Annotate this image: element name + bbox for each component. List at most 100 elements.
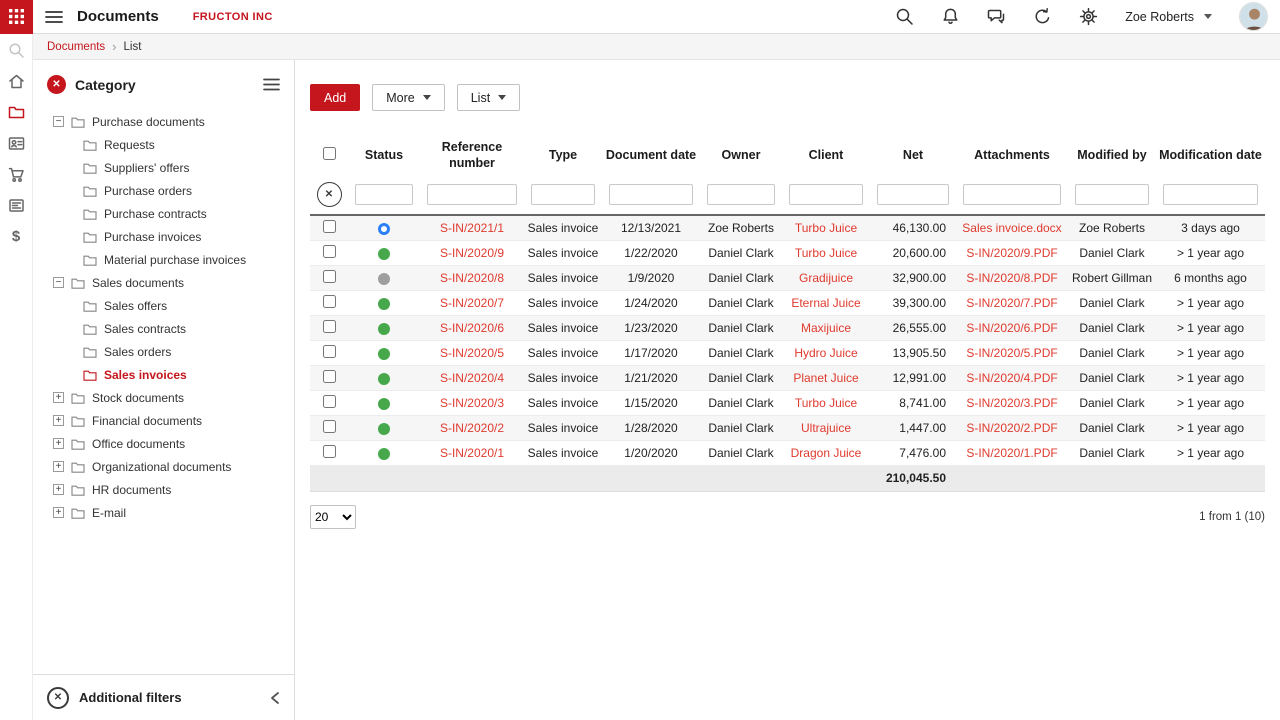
table-row[interactable]: S-IN/2020/4 Sales invoice 1/21/2020 Dani… — [310, 365, 1265, 391]
attachment-link[interactable]: S-IN/2020/4.PDF — [966, 371, 1057, 385]
filter-owner-input[interactable] — [707, 184, 775, 206]
reference-link[interactable]: S-IN/2021/1 — [440, 221, 504, 235]
col-header-document-date[interactable]: Document date — [602, 133, 700, 178]
filter-type-input[interactable] — [531, 184, 595, 206]
collapse-icon[interactable] — [53, 116, 64, 127]
filter-modified-by-input[interactable] — [1075, 184, 1149, 206]
reference-link[interactable]: S-IN/2020/1 — [440, 446, 504, 460]
client-link[interactable]: Eternal Juice — [791, 296, 860, 310]
col-header-status[interactable]: Status — [348, 133, 420, 178]
row-checkbox[interactable] — [322, 344, 336, 358]
client-link[interactable]: Ultrajuice — [801, 421, 851, 435]
tree-item-purchase-contracts[interactable]: Purchase contracts — [33, 202, 294, 225]
rail-search-icon[interactable] — [8, 42, 25, 59]
collapse-panel-icon[interactable] — [270, 691, 280, 705]
col-header-type[interactable]: Type — [524, 133, 602, 178]
client-link[interactable]: Hydro Juice — [794, 346, 857, 360]
list-view-dropdown[interactable]: List — [456, 84, 521, 111]
attachment-link[interactable]: S-IN/2020/1.PDF — [966, 446, 1057, 460]
client-link[interactable]: Dragon Juice — [791, 446, 862, 460]
table-row[interactable]: S-IN/2021/1 Sales invoice 12/13/2021 Zoe… — [310, 215, 1265, 241]
more-dropdown[interactable]: More — [372, 84, 445, 111]
filter-reference-input[interactable] — [427, 184, 517, 206]
user-menu[interactable]: Zoe Roberts — [1125, 10, 1212, 24]
tree-item-material-purchase-invoices[interactable]: Material purchase invoices — [33, 248, 294, 271]
client-link[interactable]: Gradijuice — [799, 271, 853, 285]
col-header-client[interactable]: Client — [782, 133, 870, 178]
filter-modification-date-input[interactable] — [1163, 184, 1258, 206]
reference-link[interactable]: S-IN/2020/4 — [440, 371, 504, 385]
tree-item-sales-offers[interactable]: Sales offers — [33, 294, 294, 317]
row-checkbox[interactable] — [322, 294, 336, 308]
expand-icon[interactable] — [53, 415, 64, 426]
rail-home-icon[interactable] — [8, 73, 25, 90]
filter-status-input[interactable] — [355, 184, 413, 206]
attachment-link[interactable]: S-IN/2020/3.PDF — [966, 396, 1057, 410]
page-size-select[interactable]: 20 — [310, 504, 356, 529]
col-header-modification-date[interactable]: Modification date — [1156, 133, 1265, 178]
messages-icon[interactable] — [987, 7, 1006, 26]
attachment-link[interactable]: S-IN/2020/7.PDF — [966, 296, 1057, 310]
tree-item-stock-documents[interactable]: Stock documents — [33, 386, 294, 409]
tree-item-suppliers-offers[interactable]: Suppliers' offers — [33, 156, 294, 179]
clear-additional-filters-icon[interactable] — [47, 686, 69, 709]
tree-item-sales-contracts[interactable]: Sales contracts — [33, 317, 294, 340]
filter-net-input[interactable] — [877, 184, 949, 206]
row-checkbox[interactable] — [322, 319, 336, 333]
filter-document-date-input[interactable] — [609, 184, 693, 206]
tree-item-purchase-invoices[interactable]: Purchase invoices — [33, 225, 294, 248]
attachment-link[interactable]: Sales invoice.docx — [962, 221, 1061, 235]
table-row[interactable]: S-IN/2020/3 Sales invoice 1/15/2020 Dani… — [310, 390, 1265, 416]
settings-icon[interactable] — [1079, 7, 1098, 26]
row-checkbox[interactable] — [322, 269, 336, 283]
rail-documents-icon[interactable] — [8, 104, 25, 121]
tree-item-sales-documents[interactable]: Sales documents — [33, 271, 294, 294]
table-row[interactable]: S-IN/2020/7 Sales invoice 1/24/2020 Dani… — [310, 290, 1265, 316]
category-clear-icon[interactable] — [47, 75, 66, 94]
col-header-owner[interactable]: Owner — [700, 133, 782, 178]
tree-item-purchase-orders[interactable]: Purchase orders — [33, 179, 294, 202]
avatar[interactable] — [1239, 2, 1268, 31]
table-row[interactable]: S-IN/2020/8 Sales invoice 1/9/2020 Danie… — [310, 265, 1265, 291]
filter-attachments-input[interactable] — [963, 184, 1061, 206]
category-menu-icon[interactable] — [263, 78, 280, 91]
client-link[interactable]: Turbo Juice — [795, 246, 857, 260]
rail-finance-icon[interactable] — [8, 228, 25, 245]
table-row[interactable]: S-IN/2020/9 Sales invoice 1/22/2020 Dani… — [310, 240, 1265, 266]
client-link[interactable]: Turbo Juice — [795, 396, 857, 410]
search-icon[interactable] — [895, 7, 914, 26]
rail-cart-icon[interactable] — [8, 166, 25, 183]
tree-item-financial-documents[interactable]: Financial documents — [33, 409, 294, 432]
notifications-icon[interactable] — [941, 7, 960, 26]
attachment-link[interactable]: S-IN/2020/5.PDF — [966, 346, 1057, 360]
reference-link[interactable]: S-IN/2020/8 — [440, 271, 504, 285]
col-header-reference-number[interactable]: Reference number — [420, 133, 524, 178]
collapse-icon[interactable] — [53, 277, 64, 288]
table-row[interactable]: S-IN/2020/6 Sales invoice 1/23/2020 Dani… — [310, 315, 1265, 341]
expand-icon[interactable] — [53, 484, 64, 495]
tree-item-organizational-documents[interactable]: Organizational documents — [33, 455, 294, 478]
reference-link[interactable]: S-IN/2020/7 — [440, 296, 504, 310]
menu-icon[interactable] — [45, 10, 63, 24]
app-grid-icon[interactable] — [0, 0, 33, 34]
rail-catalog-icon[interactable] — [8, 197, 25, 214]
filter-client-input[interactable] — [789, 184, 863, 206]
reference-link[interactable]: S-IN/2020/5 — [440, 346, 504, 360]
col-header-modified-by[interactable]: Modified by — [1068, 133, 1156, 178]
tree-item-hr-documents[interactable]: HR documents — [33, 478, 294, 501]
expand-icon[interactable] — [53, 461, 64, 472]
reference-link[interactable]: S-IN/2020/3 — [440, 396, 504, 410]
refresh-icon[interactable] — [1033, 7, 1052, 26]
select-all-checkbox[interactable] — [322, 146, 336, 160]
row-checkbox[interactable] — [322, 419, 336, 433]
col-header-attachments[interactable]: Attachments — [956, 133, 1068, 178]
attachment-link[interactable]: S-IN/2020/2.PDF — [966, 421, 1057, 435]
table-row[interactable]: S-IN/2020/5 Sales invoice 1/17/2020 Dani… — [310, 340, 1265, 366]
tree-item-purchase-documents[interactable]: Purchase documents — [33, 110, 294, 133]
attachment-link[interactable]: S-IN/2020/6.PDF — [966, 321, 1057, 335]
breadcrumb-documents[interactable]: Documents — [47, 41, 105, 53]
client-link[interactable]: Planet Juice — [793, 371, 858, 385]
tree-item-sales-invoices[interactable]: Sales invoices — [33, 363, 294, 386]
row-checkbox[interactable] — [322, 369, 336, 383]
tree-item-requests[interactable]: Requests — [33, 133, 294, 156]
